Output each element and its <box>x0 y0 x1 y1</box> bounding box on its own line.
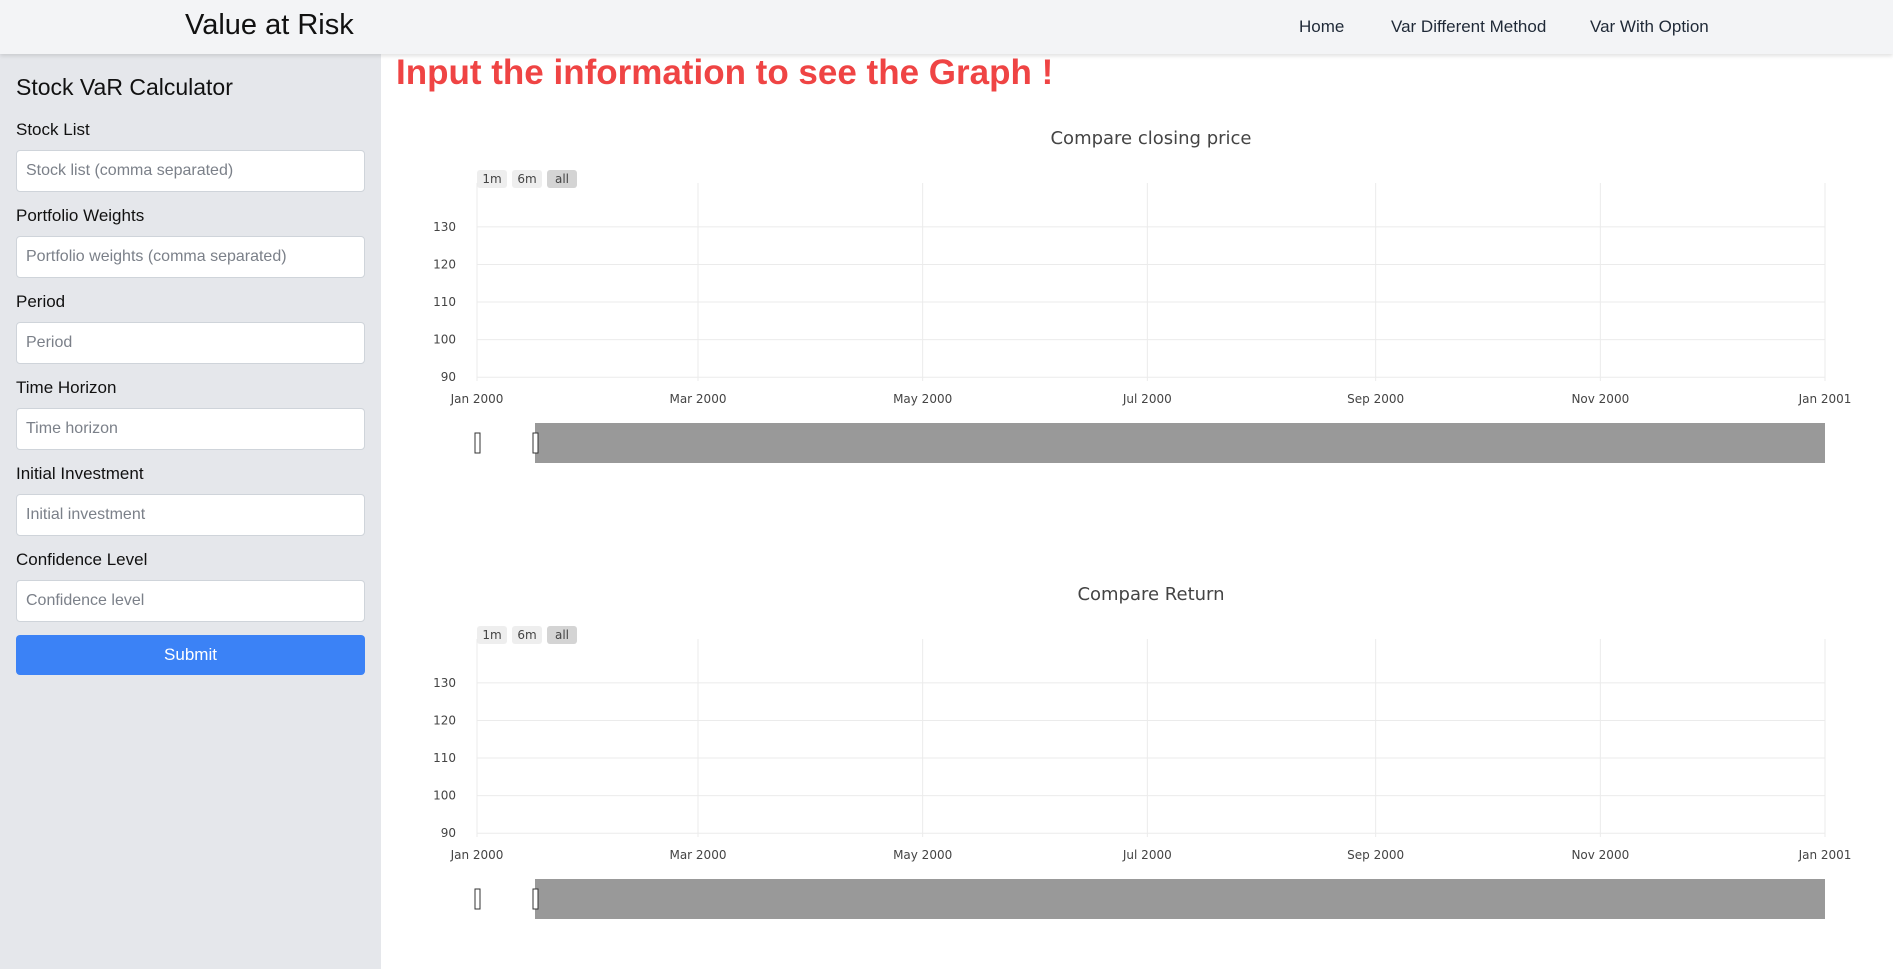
return-chart-title: Compare Return <box>1077 584 1224 605</box>
y-tick-label: 130 <box>433 220 456 234</box>
stock-list-input[interactable] <box>16 150 365 192</box>
range-button-label: 1m <box>482 172 501 186</box>
y-tick-label: 110 <box>433 295 456 309</box>
x-tick-label: Nov 2000 <box>1571 848 1629 862</box>
range-button-6m[interactable]: 6m <box>512 170 542 188</box>
range-button-1m[interactable]: 1m <box>477 626 507 644</box>
x-tick-label: May 2000 <box>893 392 952 406</box>
y-tick-label: 110 <box>433 751 456 765</box>
confidence-level-input[interactable] <box>16 580 365 622</box>
x-tick-label: Jan 2001 <box>1798 848 1852 862</box>
time-horizon-label: Time Horizon <box>16 378 117 397</box>
return-chart-svg: Compare Return 1m 6m all 90 100 110 120 130 Jan 2… <box>433 584 1852 919</box>
navbar: Value at Risk Home Var Different Method … <box>0 0 1893 54</box>
x-tick-label: Sep 2000 <box>1347 392 1404 406</box>
range-button-label: 1m <box>482 628 501 642</box>
range-slider-left-handle[interactable] <box>474 432 481 454</box>
nav-home[interactable]: Home <box>1299 17 1344 37</box>
y-tick-label: 100 <box>433 789 456 803</box>
period-label: Period <box>16 292 66 311</box>
return-chart: Compare Return 1m 6m all 90 100 110 120 130 Jan 2… <box>381 574 1893 954</box>
time-horizon-input[interactable] <box>16 408 365 450</box>
range-button-label: 6m <box>517 628 536 642</box>
y-tick-label: 120 <box>433 713 456 727</box>
range-button-label: 6m <box>517 172 536 186</box>
brand-title[interactable]: Value at Risk <box>185 9 354 42</box>
y-tick-label: 130 <box>433 676 456 690</box>
range-button-label: all <box>555 172 569 186</box>
x-tick-label: Jul 2000 <box>1122 848 1172 862</box>
y-tick-label: 120 <box>433 257 456 271</box>
y-tick-label: 100 <box>433 333 456 347</box>
x-tick-label: Nov 2000 <box>1571 392 1629 406</box>
x-tick-label: Jan 2000 <box>450 392 504 406</box>
portfolio-weights-input[interactable] <box>16 236 365 278</box>
stock-list-label: Stock List <box>16 120 90 139</box>
submit-button[interactable]: Submit <box>16 635 365 675</box>
x-tick-label: Mar 2000 <box>669 392 726 406</box>
sidebar: Stock VaR Calculator Stock List Portfoli… <box>0 54 381 969</box>
x-tick-label: Jul 2000 <box>1122 392 1172 406</box>
range-button-1m[interactable]: 1m <box>477 170 507 188</box>
nav-var-different-method[interactable]: Var Different Method <box>1391 17 1546 37</box>
range-slider-left-handle[interactable] <box>474 888 481 910</box>
range-slider-right-handle[interactable] <box>532 432 539 454</box>
range-button-6m[interactable]: 6m <box>512 626 542 644</box>
x-tick-label: Jan 2001 <box>1798 392 1852 406</box>
y-tick-label: 90 <box>441 826 456 840</box>
range-slider-track[interactable] <box>535 879 1825 919</box>
calculator-title: Stock VaR Calculator <box>16 74 233 100</box>
closing-price-chart-title: Compare closing price <box>1050 128 1251 149</box>
range-button-all[interactable]: all <box>547 626 577 644</box>
x-tick-label: Sep 2000 <box>1347 848 1404 862</box>
range-slider-track[interactable] <box>535 423 1825 463</box>
nav-var-with-option[interactable]: Var With Option <box>1590 17 1709 37</box>
initial-investment-label: Initial Investment <box>16 464 144 483</box>
x-tick-label: Mar 2000 <box>669 848 726 862</box>
range-slider-right-handle[interactable] <box>532 888 539 910</box>
x-tick-label: Jan 2000 <box>450 848 504 862</box>
confidence-level-label: Confidence Level <box>16 550 148 569</box>
page-heading: Input the information to see the Graph ! <box>396 53 1054 92</box>
period-input[interactable] <box>16 322 365 364</box>
closing-price-chart-svg: Compare closing price 1m 6m all 90 100 110 120 1… <box>433 128 1852 463</box>
range-button-all[interactable]: all <box>547 170 577 188</box>
portfolio-weights-label: Portfolio Weights <box>16 206 145 225</box>
range-button-label: all <box>555 628 569 642</box>
closing-price-chart: Compare closing price 1m 6m all 90 100 110 120 1… <box>381 118 1893 498</box>
y-tick-label: 90 <box>441 370 456 384</box>
x-tick-label: May 2000 <box>893 848 952 862</box>
initial-investment-input[interactable] <box>16 494 365 536</box>
